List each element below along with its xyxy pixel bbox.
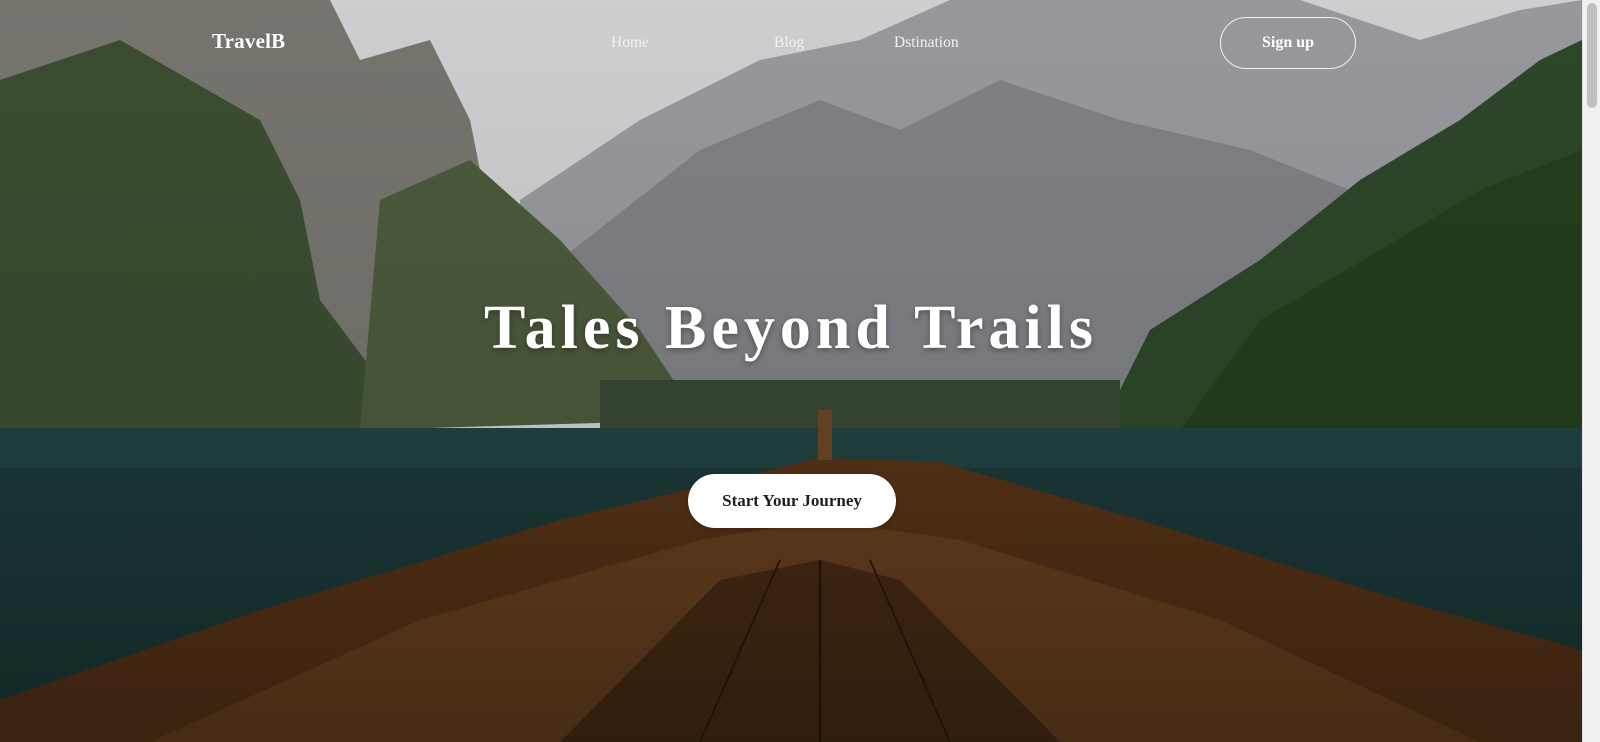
- nav-link-destination[interactable]: Dstination: [894, 34, 959, 52]
- hero-title: Tales Beyond Trails: [483, 294, 1099, 362]
- hero-overlay: [0, 0, 1582, 742]
- start-journey-button[interactable]: Start Your Journey: [688, 474, 896, 528]
- page-viewport: TravelB Home Blog Dstination Sign up Tal…: [0, 0, 1582, 742]
- nav-link-blog[interactable]: Blog: [774, 34, 804, 52]
- nav-link-home[interactable]: Home: [611, 34, 649, 52]
- hero-section: TravelB Home Blog Dstination Sign up Tal…: [0, 0, 1582, 742]
- scrollbar-thumb[interactable]: [1587, 3, 1597, 108]
- brand-logo-link[interactable]: TravelB: [212, 29, 285, 54]
- signup-button[interactable]: Sign up: [1220, 17, 1356, 69]
- top-navigation: TravelB Home Blog Dstination Sign up: [0, 0, 1582, 90]
- page-scrollbar[interactable]: [1582, 0, 1600, 742]
